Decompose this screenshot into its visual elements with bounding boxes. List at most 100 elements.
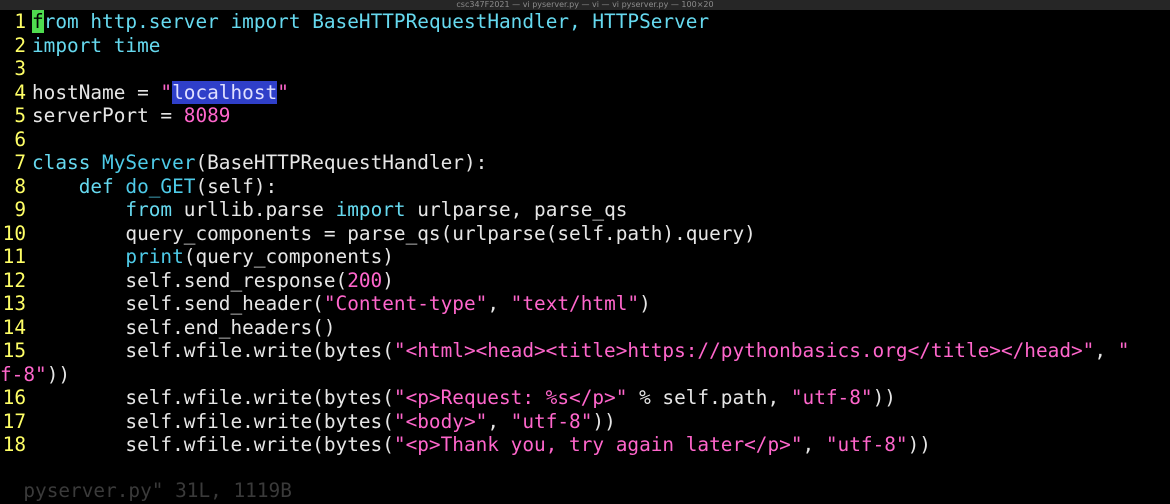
code-token: do_GET [125, 175, 196, 198]
code-token: self.send_header( [32, 292, 324, 315]
code-token: "<p>Request: %s</p>" [393, 386, 628, 409]
code-token: "<html><head><title>https://pythonbasics… [393, 339, 1095, 362]
code-line[interactable]: 9 from urllib.parse import urlparse, par… [0, 198, 1170, 221]
code-token: "utf-8" [510, 410, 593, 433]
code-token: "utf-8" [790, 386, 873, 409]
line-code: import time [32, 34, 160, 57]
line-number: 2 [14, 34, 26, 57]
line-number: 4 [14, 81, 26, 104]
code-token: import [230, 10, 301, 33]
line-number: 5 [14, 104, 26, 127]
line-code: self.send_header("Content-type", "text/h… [32, 292, 651, 315]
line-code: hostName = "localhost" [32, 81, 289, 104]
code-token: , [487, 410, 511, 433]
code-token: BaseHTTPRequestHandler, HTTPServer [300, 10, 710, 33]
vim-editor[interactable]: 1 from http.server import BaseHTTPRequest… [0, 10, 1170, 477]
code-line[interactable]: 10 query_components = parse_qs(urlparse(… [0, 222, 1170, 245]
code-line[interactable]: 4 hostName = "localhost" [0, 81, 1170, 104]
selected-text: localhost [172, 81, 278, 104]
line-code: print(query_components) [32, 245, 394, 268]
line-number: 13 [2, 292, 26, 315]
code-token: )) [872, 386, 896, 409]
code-token: "Content-type" [323, 292, 488, 315]
code-token: import [335, 198, 406, 221]
code-line[interactable]: 5 serverPort = 8089 [0, 104, 1170, 127]
line-number: 15 [2, 339, 26, 362]
code-line[interactable]: 2 import time [0, 34, 1170, 57]
code-token: hostName = [32, 81, 161, 104]
line-code: f-8")) [0, 363, 70, 386]
line-code: self.send_response(200) [32, 269, 394, 292]
code-token: (BaseHTTPRequestHandler): [195, 151, 488, 174]
line-number: 11 [2, 245, 26, 268]
code-token: 8089 [183, 104, 231, 127]
code-line[interactable]: 7 class MyServer(BaseHTTPRequestHandler): [0, 151, 1170, 174]
code-line[interactable]: f-8")) [0, 363, 1170, 386]
code-token: )) [46, 363, 71, 386]
code-token: print [125, 245, 184, 268]
code-token: (query_components) [183, 245, 394, 268]
line-number: 10 [2, 222, 26, 245]
code-token: self.wfile.write(bytes( [32, 386, 394, 409]
code-line[interactable]: 11 print(query_components) [0, 245, 1170, 268]
code-token: " [160, 81, 173, 104]
code-token: MyServer [102, 151, 196, 174]
code-token: "text/html" [510, 292, 640, 315]
code-line[interactable]: 8 def do_GET(self): [0, 175, 1170, 198]
code-token: self.end_headers() [32, 316, 336, 339]
code-token: , [1094, 339, 1118, 362]
code-line[interactable]: 3 [0, 57, 1170, 80]
code-token: f-8" [0, 363, 47, 386]
code-token: serverPort = [32, 104, 184, 127]
code-token: self.send_response( [32, 269, 348, 292]
code-token: ) [382, 269, 394, 292]
line-code: from urllib.parse import urlparse, parse… [32, 198, 627, 221]
code-line[interactable]: 15 self.wfile.write(bytes("<html><head><… [0, 339, 1170, 362]
code-token: urllib.parse [172, 198, 336, 221]
code-token: (self): [195, 175, 278, 198]
code-line[interactable]: 13 self.send_header("Content-type", "tex… [0, 292, 1170, 315]
line-code: self.wfile.write(bytes("<body>", "utf-8"… [32, 410, 615, 433]
code-token: import [32, 34, 103, 57]
line-number: 1 [14, 10, 26, 33]
line-code: def do_GET(self): [32, 175, 277, 198]
code-token: , [487, 292, 511, 315]
text-cursor: f [32, 10, 44, 33]
code-line[interactable]: 1 from http.server import BaseHTTPRequest… [0, 10, 1170, 33]
line-number: 8 [14, 175, 26, 198]
code-token: self.wfile.write(bytes( [32, 410, 394, 433]
code-line[interactable]: 16 self.wfile.write(bytes("<p>Request: %… [0, 386, 1170, 409]
line-number: 14 [2, 316, 26, 339]
code-token: self.wfile.write(bytes( [32, 339, 394, 362]
line-number: 17 [2, 410, 26, 433]
line-code: self.end_headers() [32, 316, 336, 339]
code-token: time [102, 34, 161, 57]
code-token: rom http.server [43, 10, 231, 33]
code-token: query_components = parse_qs(urlparse(sel… [32, 222, 756, 245]
code-line[interactable]: 6 [0, 128, 1170, 151]
status-line: pyserver.py" 31L, 1119B [0, 450, 1170, 502]
code-token: from [125, 198, 173, 221]
code-token: urlparse, parse_qs [405, 198, 628, 221]
line-number: 16 [2, 386, 26, 409]
code-token: ) [639, 292, 651, 315]
line-number: 12 [2, 269, 26, 292]
line-number: 3 [14, 57, 26, 80]
code-line[interactable]: 14 self.end_headers() [0, 316, 1170, 339]
window-title: csc347F2021 — vi pyserver.py — vi — vi p… [456, 0, 714, 9]
line-code: self.wfile.write(bytes("<html><head><tit… [32, 339, 1129, 362]
window-title-bar: csc347F2021 — vi pyserver.py — vi — vi p… [0, 0, 1170, 10]
code-line[interactable]: 17 self.wfile.write(bytes("<body>", "utf… [0, 410, 1170, 433]
code-token: " [1117, 339, 1130, 362]
line-number: 7 [14, 151, 26, 174]
status-text: pyserver.py" 31L, 1119B [23, 479, 292, 502]
line-code: from http.server import BaseHTTPRequestH… [32, 10, 709, 33]
line-number: 6 [14, 128, 26, 151]
code-line[interactable]: 12 self.send_response(200) [0, 269, 1170, 292]
code-token: % self.path, [627, 386, 791, 409]
code-token: class [32, 151, 103, 174]
code-token: " [277, 81, 289, 104]
